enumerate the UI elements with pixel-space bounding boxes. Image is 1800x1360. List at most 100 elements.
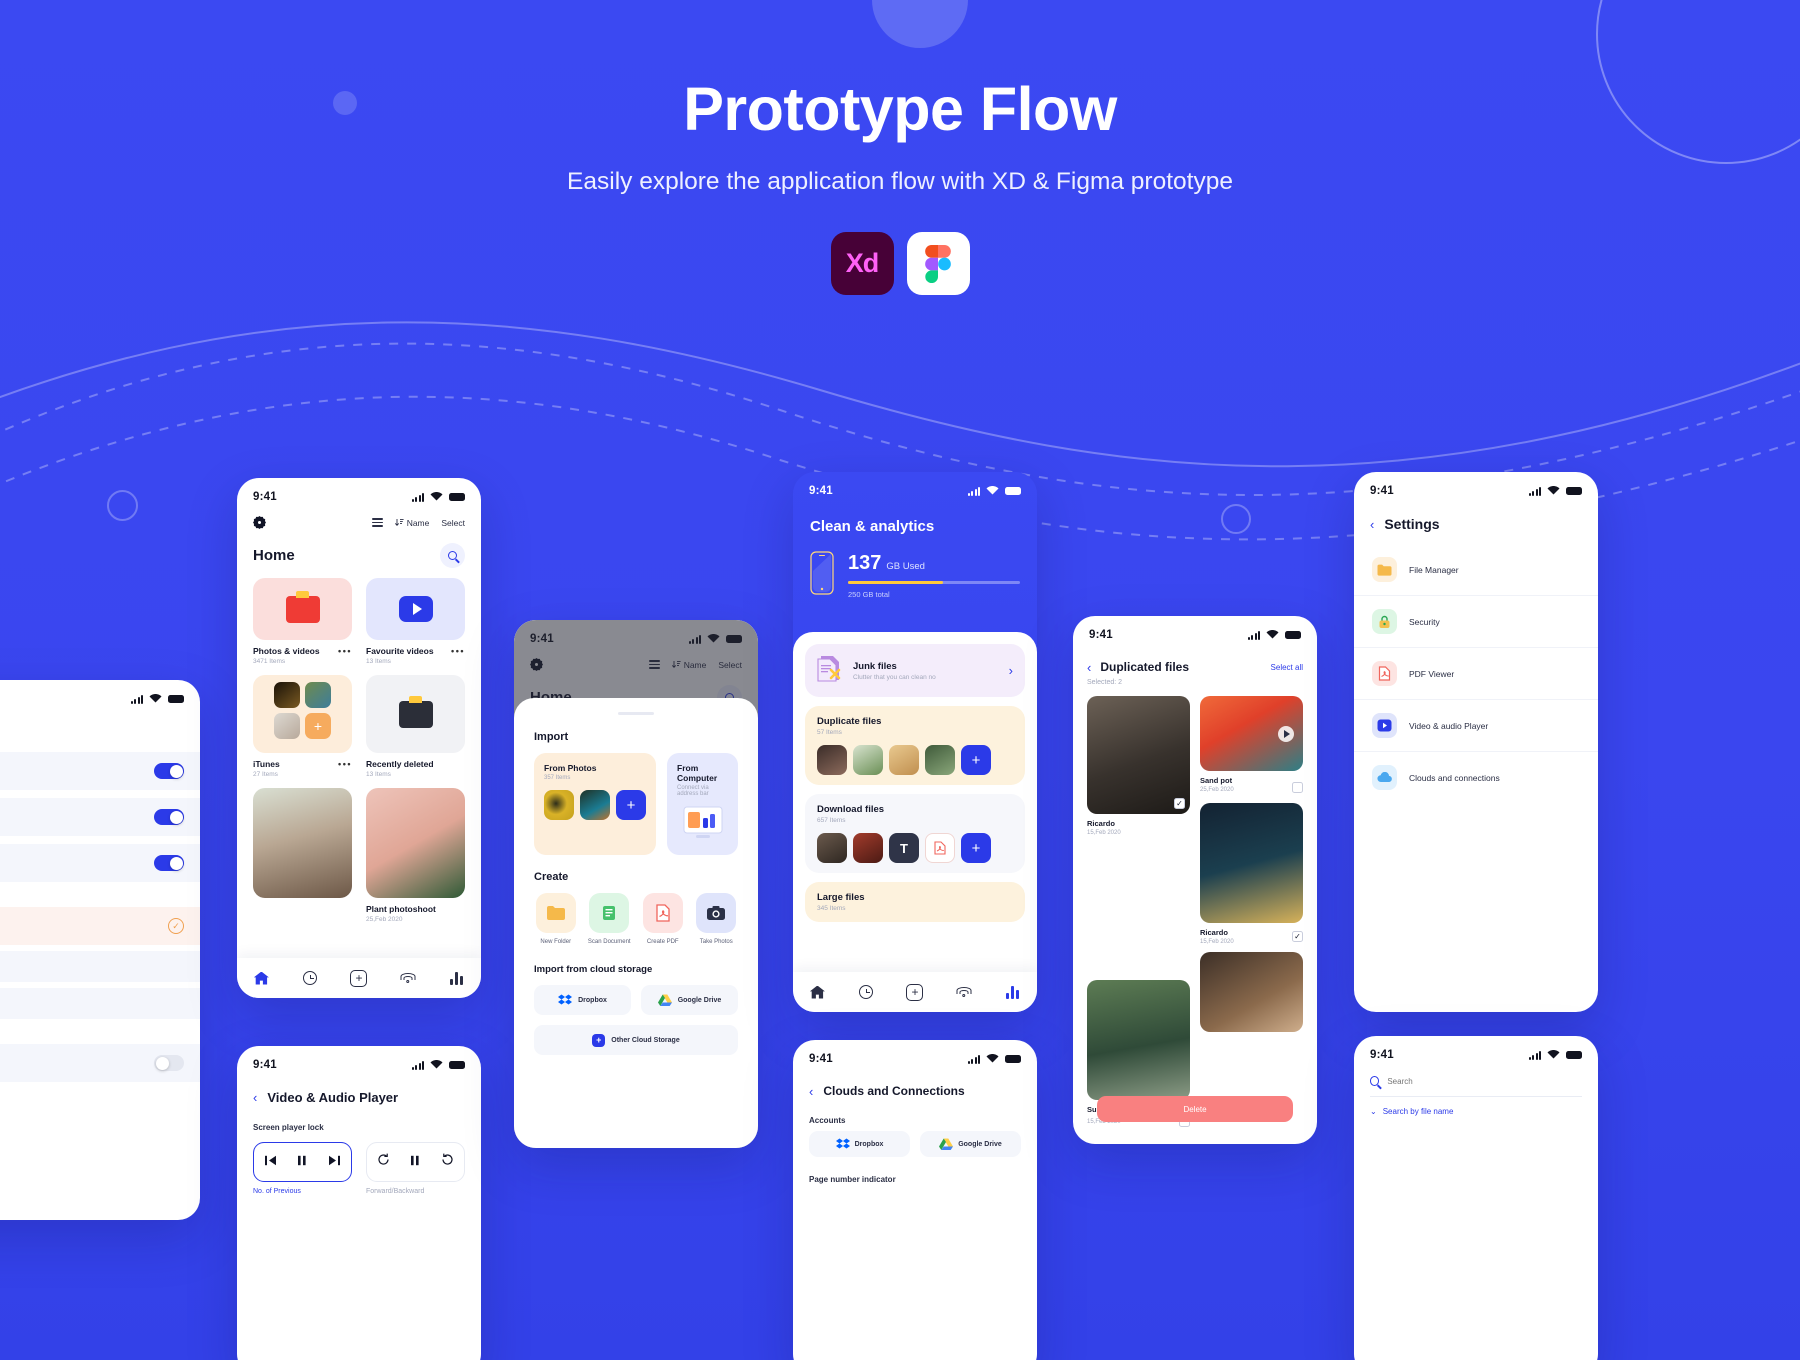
tile-count: 13 Items (366, 658, 391, 665)
sidebar-item-video-audio-player[interactable]: Video & audio Player (1354, 700, 1598, 752)
nav-transfer[interactable] (399, 970, 416, 987)
photo-thumb (580, 790, 610, 820)
add-icon[interactable]: + (305, 713, 331, 739)
list-icon[interactable] (371, 518, 383, 527)
search-icon[interactable] (440, 543, 465, 568)
group-title: Large files (817, 892, 865, 903)
pdf-row[interactable]: Highlight form field (0, 752, 200, 790)
nav-recent[interactable] (858, 984, 875, 1001)
wifi-status-icon (149, 690, 162, 708)
toggle-show-tap-zones[interactable] (154, 855, 184, 871)
pdf-row[interactable]: Always show (0, 951, 200, 982)
sidebar-item-clouds-connections[interactable]: Clouds and connections (1354, 752, 1598, 803)
prev-icon[interactable] (264, 1153, 277, 1171)
nav-analytics[interactable] (1004, 984, 1021, 1001)
sidebar-item-pdf-viewer[interactable]: PDF Viewer (1354, 648, 1598, 700)
create-take-photos[interactable]: Take Photos (695, 893, 739, 946)
tile-thumb (366, 675, 465, 753)
select-all-button[interactable]: Select all (1271, 663, 1303, 672)
signal-icon (411, 492, 424, 502)
toggle-highlight-form-field[interactable] (154, 763, 184, 779)
search-bar[interactable] (1354, 1066, 1598, 1096)
more-icon[interactable]: ••• (338, 759, 352, 769)
sheet-grabber[interactable] (618, 712, 654, 715)
large-files-card[interactable]: Large files 345 Items (805, 882, 1025, 922)
pause-icon[interactable] (297, 1153, 307, 1171)
dup-item[interactable]: Sand pot 25,Feb 2020 Ricardo 15,Feb 2020… (1200, 696, 1303, 1032)
bottom-nav: + (237, 958, 481, 998)
import-sheet: Import From Photos 357 Items + From Comp… (514, 698, 758, 1148)
check-icon[interactable]: ✓ (168, 918, 184, 934)
search-input[interactable] (1387, 1076, 1582, 1086)
back-icon[interactable]: ‹ (809, 1085, 813, 1098)
tile-recently-deleted[interactable]: Recently deleted 13 Items (366, 675, 465, 778)
figma-icon[interactable] (906, 232, 970, 295)
pdf-row[interactable]: Display by author and date (0, 1044, 200, 1082)
checkbox-checked[interactable]: ✓ (1174, 798, 1185, 809)
add-icon[interactable]: + (961, 833, 991, 863)
item-thumb (1200, 952, 1303, 1032)
pdf-row[interactable]: Highlight links (0, 798, 200, 836)
search-by-file-name-row[interactable]: ⌄ Search by file name (1354, 1097, 1598, 1126)
account-dropbox[interactable]: Dropbox (809, 1131, 910, 1157)
back-icon[interactable]: ‹ (253, 1091, 257, 1104)
pdf-row[interactable]: Show tap zones (0, 844, 200, 882)
nav-home[interactable] (809, 984, 826, 1001)
back-icon[interactable]: ‹ (1087, 661, 1091, 674)
play-icon[interactable] (1278, 725, 1294, 742)
nav-analytics[interactable] (448, 970, 465, 987)
gear-icon[interactable] (253, 516, 266, 529)
wifi-status-icon (986, 1050, 999, 1068)
more-icon[interactable]: ••• (451, 646, 465, 656)
nav-transfer[interactable] (955, 984, 972, 1001)
account-google-drive[interactable]: Google Drive (920, 1131, 1021, 1157)
adobe-xd-icon[interactable]: Xd (830, 232, 894, 295)
tile-portrait[interactable] (253, 788, 352, 923)
sidebar-item-file-manager[interactable]: File Manager (1354, 544, 1598, 596)
nav-recent[interactable] (302, 970, 319, 987)
nav-add[interactable]: + (906, 983, 924, 1001)
checkbox-unchecked[interactable] (1292, 782, 1303, 793)
back-icon[interactable]: ‹ (1370, 518, 1374, 531)
cloud-google-drive-button[interactable]: Google Drive (641, 985, 738, 1016)
pause-icon[interactable] (410, 1153, 420, 1171)
duplicate-files-card[interactable]: Duplicate files 57 Items + (805, 706, 1025, 785)
create-new-folder[interactable]: New Folder (534, 893, 578, 946)
nav-home[interactable] (253, 970, 270, 987)
select-button[interactable]: Select (441, 518, 465, 528)
next-icon[interactable] (328, 1153, 341, 1171)
import-from-photos[interactable]: From Photos 357 Items + (534, 753, 656, 855)
create-grid: New Folder Scan Document Create PDF Take… (534, 893, 738, 946)
tile-label: Plant photoshoot (366, 904, 436, 914)
home-title: Home (253, 547, 295, 564)
import-from-computer[interactable]: From Computer Connect via address bar (667, 753, 738, 855)
status-icons (130, 690, 184, 708)
pdf-row[interactable]: Never show (0, 988, 200, 1019)
chevron-right-icon[interactable]: › (1009, 664, 1013, 677)
rotate-left-icon[interactable] (377, 1153, 390, 1171)
nav-add[interactable]: + (350, 969, 368, 987)
toggle-display-author-date[interactable] (154, 1055, 184, 1071)
other-cloud-storage-button[interactable]: + Other Cloud Storage (534, 1025, 738, 1056)
toggle-highlight-links[interactable] (154, 809, 184, 825)
pdf-row[interactable]: Hide automatically ✓ (0, 907, 200, 945)
delete-button[interactable]: Delete (1097, 1096, 1293, 1122)
sidebar-item-security[interactable]: Security (1354, 596, 1598, 648)
create-pdf[interactable]: Create PDF (641, 893, 685, 946)
rotate-right-icon[interactable] (441, 1153, 454, 1171)
tile-photos-videos[interactable]: Photos & videos ••• 3471 Items (253, 578, 352, 665)
tile-favourite-videos[interactable]: Favourite videos ••• 13 Items (366, 578, 465, 665)
add-icon[interactable]: + (616, 790, 646, 820)
sort-button[interactable]: Name (394, 517, 430, 528)
junk-files-card[interactable]: Junk files Clutter that you can clean no… (805, 644, 1025, 697)
add-icon[interactable]: + (961, 745, 991, 775)
tile-itunes[interactable]: + iTunes ••• 27 Items (253, 675, 352, 778)
download-files-card[interactable]: Download files 657 Items T + (805, 794, 1025, 873)
cloud-dropbox-button[interactable]: Dropbox (534, 985, 631, 1016)
create-scan-document[interactable]: Scan Document (588, 893, 632, 946)
checkbox-checked[interactable]: ✓ (1292, 931, 1303, 942)
sort-label: Name (406, 517, 430, 528)
more-icon[interactable]: ••• (338, 646, 352, 656)
tile-plant-photoshoot[interactable]: Plant photoshoot 25,Feb 2020 (366, 788, 465, 923)
settings-list: File Manager Security PDF Viewer Video &… (1354, 544, 1598, 803)
